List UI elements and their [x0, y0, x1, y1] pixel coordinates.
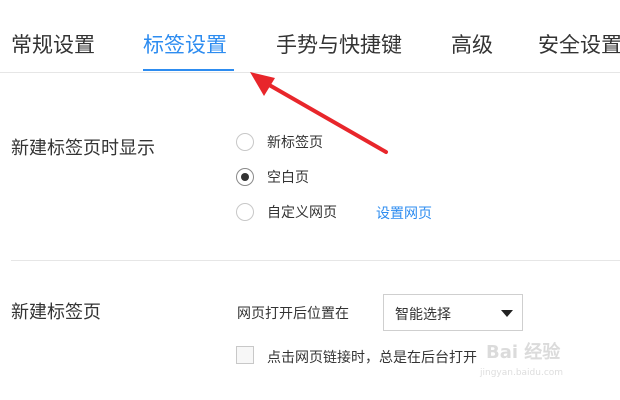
new-tab-title: 新建标签页 [11, 302, 101, 323]
radio-button[interactable] [236, 203, 254, 221]
radio-label: 新标签页 [267, 135, 323, 151]
section-divider [11, 260, 620, 261]
radio-label: 空白页 [267, 170, 309, 186]
tab-general[interactable]: 常规设置 [11, 30, 95, 60]
radio-option-custom-page[interactable]: 自定义网页 [236, 201, 337, 223]
watermark-logo-text: Bai 经验 [486, 342, 561, 363]
background-open-label: 点击网页链接时，总是在后台打开 [267, 350, 477, 366]
radio-label: 自定义网页 [267, 205, 337, 221]
settings-tab-bar: 常规设置 标签设置 手势与快捷键 高级 安全设置 [0, 0, 620, 73]
open-position-select[interactable]: 智能选择 [383, 294, 523, 331]
tab-tab-settings[interactable]: 标签设置 [143, 30, 227, 60]
radio-button[interactable] [236, 133, 254, 151]
watermark-url: jingyan.baidu.com [480, 368, 564, 378]
radio-button-checked[interactable] [236, 168, 254, 186]
set-page-link[interactable]: 设置网页 [376, 203, 432, 223]
chevron-down-icon [501, 310, 513, 317]
tab-gestures-shortcuts[interactable]: 手势与快捷键 [276, 30, 402, 60]
active-tab-indicator [143, 69, 234, 71]
new-tab-display-title: 新建标签页时显示 [11, 138, 155, 159]
tab-security[interactable]: 安全设置 [538, 30, 620, 60]
open-position-label: 网页打开后位置在 [237, 306, 349, 322]
background-open-checkbox[interactable] [236, 346, 254, 364]
select-value: 智能选择 [395, 307, 451, 323]
baidu-jingyan-watermark: Bai 经验 jingyan.baidu.com [466, 338, 616, 388]
tab-advanced[interactable]: 高级 [451, 30, 493, 60]
radio-option-new-tab-page[interactable]: 新标签页 [236, 131, 323, 153]
radio-option-blank-page[interactable]: 空白页 [236, 166, 309, 188]
